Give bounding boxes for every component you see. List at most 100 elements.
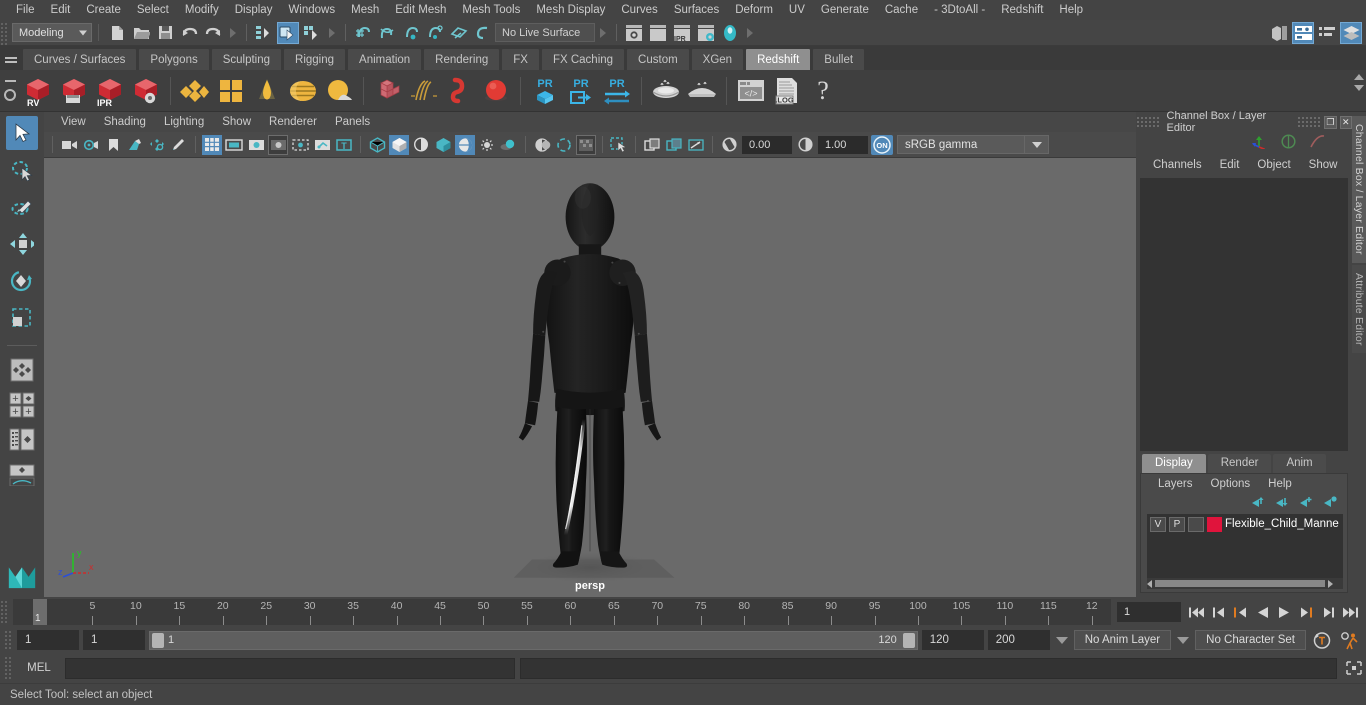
time-slider-grip[interactable] bbox=[0, 599, 9, 625]
view-transform-dropdown-icon[interactable] bbox=[1025, 135, 1049, 154]
step-back-keyframe-icon[interactable] bbox=[1209, 602, 1228, 622]
command-language-label[interactable]: MEL bbox=[18, 662, 60, 674]
move-layer-down-icon[interactable] bbox=[1274, 495, 1289, 511]
menu-surfaces[interactable]: Surfaces bbox=[666, 0, 727, 20]
command-input[interactable] bbox=[65, 657, 515, 679]
render-current-frame-icon[interactable] bbox=[647, 22, 669, 44]
side-tab-channel-box[interactable]: Channel Box / Layer Editor bbox=[1352, 116, 1366, 263]
layer-menu-layers[interactable]: Layers bbox=[1149, 478, 1202, 490]
shelf-redshift-script-editor-button[interactable]: </> bbox=[733, 72, 769, 110]
menu-display[interactable]: Display bbox=[227, 0, 281, 20]
menu-uv[interactable]: UV bbox=[781, 0, 813, 20]
select-by-object-icon[interactable] bbox=[277, 21, 299, 44]
xray-joints-display-icon[interactable] bbox=[686, 135, 706, 155]
shelf-scroll-up-icon[interactable] bbox=[1354, 74, 1364, 80]
save-scene-icon[interactable] bbox=[154, 22, 176, 44]
range-start-field[interactable]: 1 bbox=[83, 630, 145, 650]
animation-end-field[interactable]: 200 bbox=[987, 630, 1050, 650]
live-surface-field[interactable]: No Live Surface bbox=[495, 23, 595, 42]
anim-layer-dropdown-icon[interactable] bbox=[1054, 630, 1070, 650]
shelf-tab-custom[interactable]: Custom bbox=[626, 48, 690, 70]
layer-list-scrollbar[interactable] bbox=[1147, 578, 1343, 589]
open-scene-icon[interactable] bbox=[130, 22, 152, 44]
shelf-tab-rendering[interactable]: Rendering bbox=[423, 48, 501, 70]
shelf-redshift-pr-object-button[interactable]: PR bbox=[527, 72, 563, 110]
script-editor-icon[interactable] bbox=[1342, 657, 1366, 679]
shelf-tab-redshift[interactable]: Redshift bbox=[745, 48, 812, 70]
range-slider-bar[interactable]: 1 120 bbox=[149, 630, 918, 650]
exposure-field[interactable]: 0.00 bbox=[742, 135, 792, 154]
scroll-right-icon[interactable] bbox=[1328, 579, 1333, 588]
layer-tab-render[interactable]: Render bbox=[1207, 454, 1272, 473]
layer-color-swatch[interactable] bbox=[1207, 516, 1222, 532]
shape-channels-icon[interactable] bbox=[1309, 134, 1326, 152]
make-live-icon[interactable] bbox=[472, 22, 494, 44]
play-backwards-icon[interactable] bbox=[1253, 602, 1272, 622]
menu-3dtoall[interactable]: - 3DtoAll - bbox=[926, 0, 993, 20]
scroll-left-icon[interactable] bbox=[1147, 579, 1152, 588]
select-by-component-icon[interactable] bbox=[301, 22, 323, 44]
shelf-redshift-pr-export-button[interactable]: PR bbox=[563, 72, 599, 110]
attribute-editor-toggle-icon[interactable] bbox=[1316, 22, 1338, 44]
new-scene-icon[interactable] bbox=[106, 22, 128, 44]
channel-box-menu-show[interactable]: Show bbox=[1300, 159, 1347, 171]
shelf-tab-polygons[interactable]: Polygons bbox=[138, 48, 210, 70]
select-tool[interactable] bbox=[6, 116, 38, 150]
snap-to-view-plane-icon[interactable] bbox=[448, 22, 470, 44]
menu-cache[interactable]: Cache bbox=[877, 0, 926, 20]
multisample-icon[interactable] bbox=[576, 134, 596, 155]
scroll-thumb[interactable] bbox=[1155, 580, 1325, 587]
time-slider[interactable]: 1 5 10 15 20 25 30 35 40 45 50 55 60 65 70 75 80 85 90 95 1… bbox=[13, 599, 1111, 625]
restore-panel-icon[interactable]: ❐ bbox=[1324, 115, 1337, 129]
shelf-redshift-environment-button[interactable] bbox=[321, 72, 357, 110]
auto-key-icon[interactable] bbox=[1310, 629, 1334, 651]
gamma-field[interactable]: 1.00 bbox=[818, 135, 868, 154]
xray-joints-icon[interactable] bbox=[312, 135, 332, 155]
render-view-icon[interactable] bbox=[623, 22, 645, 44]
layer-menu-options[interactable]: Options bbox=[1202, 478, 1260, 490]
color-management-toggle-icon[interactable]: ON bbox=[871, 134, 893, 155]
shelf-redshift-ipr-button[interactable]: IPR bbox=[92, 72, 128, 110]
grease-pencil-icon[interactable] bbox=[169, 135, 189, 155]
menu-mesh-display[interactable]: Mesh Display bbox=[528, 0, 613, 20]
viewport-menu-panels[interactable]: Panels bbox=[326, 112, 379, 132]
shadows-icon[interactable] bbox=[499, 135, 519, 155]
step-forward-keyframe-icon[interactable] bbox=[1319, 602, 1338, 622]
viewport-menu-shading[interactable]: Shading bbox=[95, 112, 155, 132]
current-frame-field[interactable]: 1 bbox=[1117, 602, 1181, 622]
camera-attributes-icon[interactable] bbox=[81, 135, 101, 155]
output-channels-icon[interactable] bbox=[1280, 134, 1297, 152]
layout-persp-graph[interactable] bbox=[6, 460, 38, 490]
menu-create[interactable]: Create bbox=[78, 0, 129, 20]
go-to-end-icon[interactable] bbox=[1341, 602, 1360, 622]
play-forwards-icon[interactable] bbox=[1275, 602, 1294, 622]
viewport-menu-renderer[interactable]: Renderer bbox=[260, 112, 326, 132]
lasso-select-tool[interactable] bbox=[6, 153, 38, 187]
channel-box-list[interactable] bbox=[1140, 178, 1348, 451]
shelf-redshift-material-blender-button[interactable] bbox=[213, 72, 249, 110]
show-hide-editor-icon[interactable] bbox=[1268, 22, 1290, 44]
current-frame-marker[interactable]: 1 bbox=[33, 599, 47, 625]
shelf-redshift-bokeh-b-button[interactable] bbox=[684, 72, 720, 110]
paint-select-tool[interactable] bbox=[6, 190, 38, 224]
channel-box-menu-edit[interactable]: Edit bbox=[1211, 159, 1249, 171]
shelf-scroll-down-icon[interactable] bbox=[1354, 85, 1364, 91]
layer-menu-help[interactable]: Help bbox=[1259, 478, 1301, 490]
select-by-hierarchy-icon[interactable] bbox=[253, 22, 275, 44]
motion-blur-icon[interactable] bbox=[554, 135, 574, 155]
layer-type-toggle[interactable] bbox=[1188, 516, 1204, 532]
channel-box-menu-channels[interactable]: Channels bbox=[1144, 159, 1211, 171]
close-panel-icon[interactable]: ✕ bbox=[1339, 115, 1352, 129]
snap-to-projected-center-icon[interactable] bbox=[424, 22, 446, 44]
view-transform-field[interactable]: sRGB gamma bbox=[897, 135, 1025, 154]
rotate-tool[interactable] bbox=[6, 264, 38, 298]
animation-preferences-icon[interactable] bbox=[1338, 629, 1362, 651]
layer-tab-display[interactable]: Display bbox=[1142, 454, 1206, 473]
new-layer-icon[interactable] bbox=[1298, 495, 1313, 511]
menu-curves[interactable]: Curves bbox=[613, 0, 665, 20]
transform-channels-icon[interactable] bbox=[1251, 134, 1268, 152]
move-tool[interactable] bbox=[6, 227, 38, 261]
shelf-tab-curves-surfaces[interactable]: Curves / Surfaces bbox=[22, 48, 138, 70]
shelf-redshift-log-file-button[interactable]: .LOG bbox=[769, 72, 805, 110]
texture-border-icon[interactable]: T bbox=[334, 135, 354, 155]
